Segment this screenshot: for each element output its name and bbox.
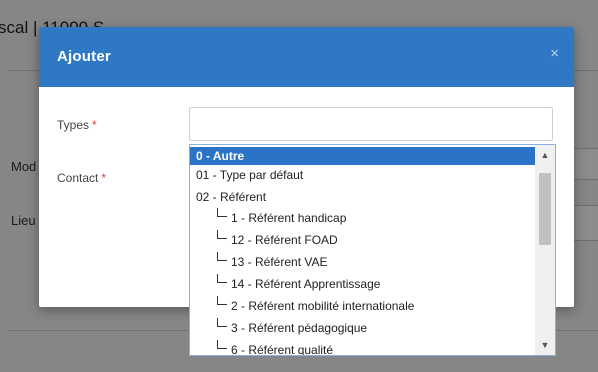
tree-branch-icon [217, 208, 227, 217]
types-label: Types * [57, 118, 97, 132]
option-referent-handicap[interactable]: 1 - Référent handicap [231, 209, 346, 227]
types-dropdown-list[interactable]: 0 - Autre 01 - Type par défaut 02 - Réfé… [189, 144, 556, 356]
tree-branch-icon [217, 252, 227, 261]
contact-label-text: Contact [57, 171, 99, 185]
close-icon[interactable]: × [550, 45, 559, 62]
tree-branch-icon [217, 318, 227, 327]
option-referent-vae[interactable]: 13 - Référent VAE [231, 253, 328, 271]
types-label-text: Types [57, 118, 90, 132]
modal-title: Ajouter [57, 48, 111, 65]
option-01-type-par-defaut[interactable]: 01 - Type par défaut [196, 166, 303, 184]
option-02-referent[interactable]: 02 - Référent [196, 188, 266, 206]
tree-branch-icon [217, 274, 227, 283]
dropdown-scrollbar[interactable]: ▲ ▼ [535, 145, 555, 355]
tree-branch-icon [217, 296, 227, 305]
contact-label: Contact * [57, 171, 106, 185]
required-marker: * [101, 171, 107, 185]
scroll-up-arrow-icon[interactable]: ▲ [535, 147, 555, 163]
modal-header: Ajouter × [39, 27, 574, 87]
scrollbar-thumb[interactable] [539, 173, 551, 245]
option-0-autre[interactable]: 0 - Autre [190, 147, 542, 165]
option-referent-qualite[interactable]: 6 - Référent qualité [231, 341, 333, 355]
tree-branch-icon [217, 230, 227, 239]
option-referent-mobilite-internationale[interactable]: 2 - Référent mobilité internationale [231, 297, 414, 315]
types-select[interactable] [189, 107, 553, 141]
tree-branch-icon [217, 340, 227, 349]
option-referent-apprentissage[interactable]: 14 - Référent Apprentissage [231, 275, 380, 293]
required-marker: * [92, 118, 97, 132]
option-referent-foad[interactable]: 12 - Référent FOAD [231, 231, 338, 249]
scroll-down-arrow-icon[interactable]: ▼ [535, 337, 555, 353]
option-referent-pedagogique[interactable]: 3 - Référent pédagogique [231, 319, 367, 337]
